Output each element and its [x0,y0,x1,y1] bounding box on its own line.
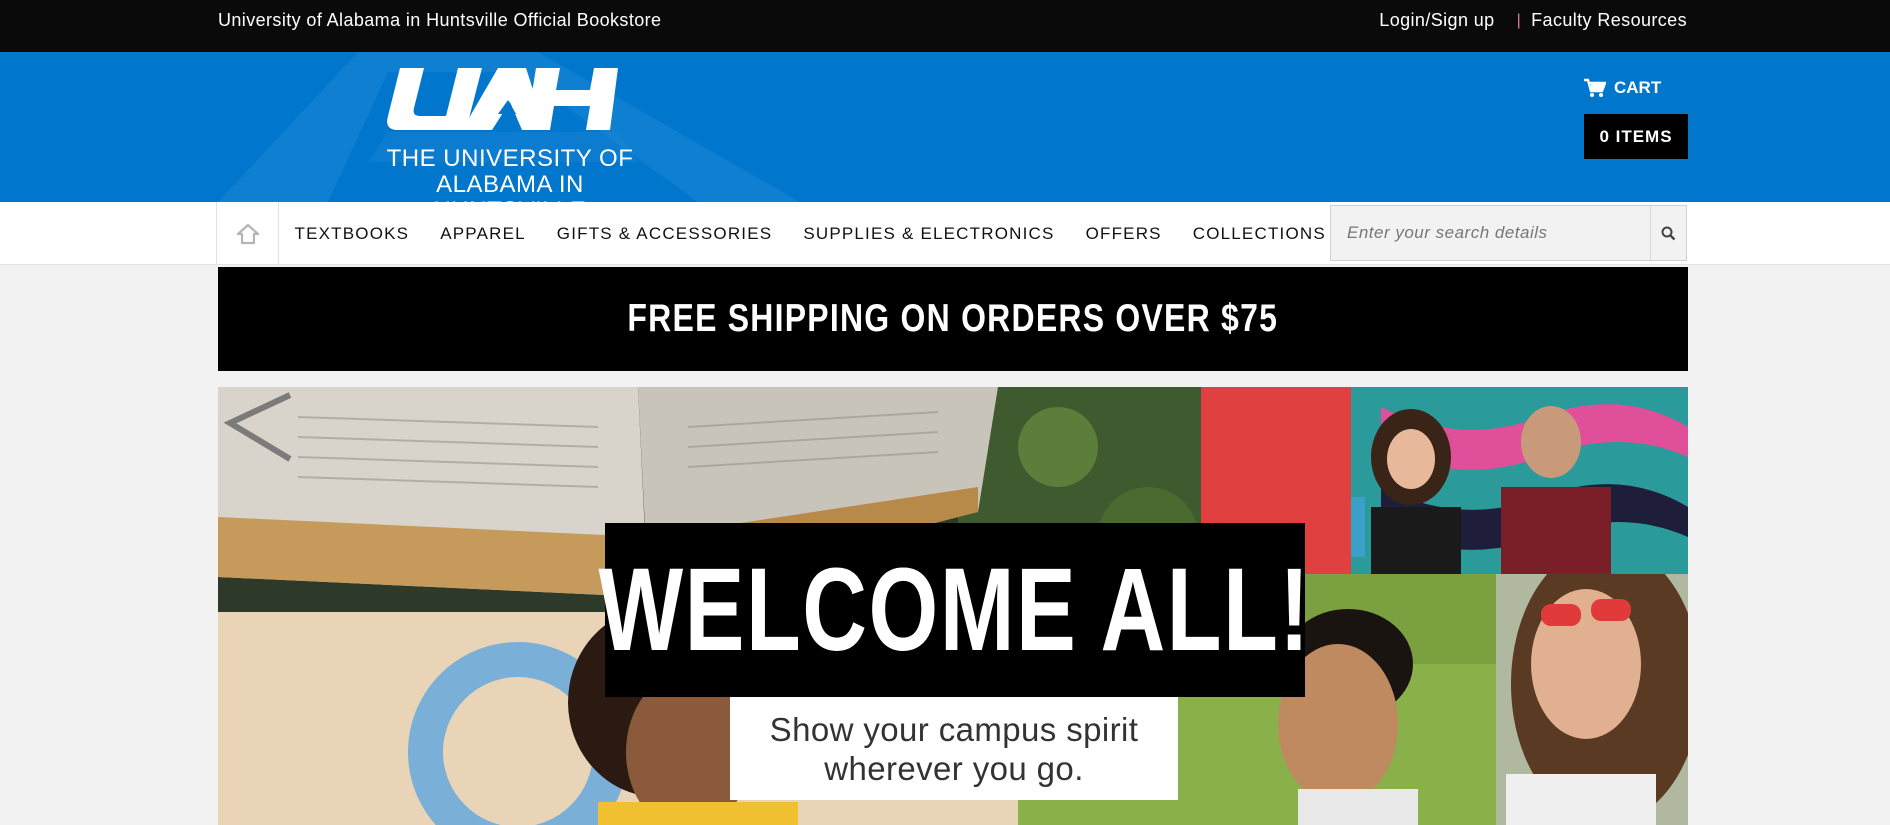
welcome-headline: WELCOME ALL! [598,544,1312,676]
top-bar: University of Alabama in Huntsville Offi… [0,0,1890,52]
logo-text-line1: THE UNIVERSITY OF [386,145,634,172]
welcome-headline-box: WELCOME ALL! [599,523,1310,697]
home-button[interactable] [216,202,279,265]
tagline-line2: wherever you go. [824,749,1084,787]
link-separator: | [1516,11,1522,29]
nav-menu: TEXTBOOKS APPAREL GIFTS & ACCESSORIES SU… [279,202,1341,265]
search-button[interactable] [1650,206,1686,260]
logo-text-line2: ALABAMA IN HUNTSVILLE [433,171,586,203]
nav-item-offers[interactable]: OFFERS [1070,224,1177,244]
nav-item-gifts-accessories[interactable]: GIFTS & ACCESSORIES [541,224,788,244]
nav-item-textbooks[interactable]: TEXTBOOKS [279,224,425,244]
login-signup-link[interactable]: Login/Sign up [1379,10,1494,31]
cart-widget: CART 0 ITEMS [1584,72,1688,159]
sunglasses-photo [1496,574,1688,825]
search-box [1330,205,1687,261]
cart-label: CART [1614,78,1662,97]
cart-items-button[interactable]: 0 ITEMS [1584,114,1688,159]
cart-icon [1584,78,1606,97]
uah-logo[interactable]: THE UNIVERSITY OF ALABAMA IN HUNTSVILLE [358,62,662,202]
main-navigation: TEXTBOOKS APPAREL GIFTS & ACCESSORIES SU… [0,202,1890,265]
free-shipping-banner[interactable]: FREE SHIPPING ON ORDERS OVER $75 [218,267,1688,371]
nav-item-apparel[interactable]: APPAREL [425,224,542,244]
chevron-left-icon[interactable] [218,387,298,467]
tagline-box: Show your campus spirit wherever you go. [730,697,1178,800]
cart-link[interactable]: CART [1584,72,1688,104]
promo-text: FREE SHIPPING ON ORDERS OVER $75 [627,297,1279,340]
search-icon [1661,226,1676,240]
hero-banner[interactable]: WELCOME ALL! Show your campus spirit whe… [218,387,1688,825]
tagline-line1: Show your campus spirit [769,710,1139,748]
account-links: Login/Sign up | Faculty Resources [1379,10,1687,31]
faculty-resources-link[interactable]: Faculty Resources [1531,10,1687,31]
site-header: THE UNIVERSITY OF ALABAMA IN HUNTSVILLE … [0,52,1890,202]
store-name: University of Alabama in Huntsville Offi… [218,10,662,30]
search-input[interactable] [1331,206,1650,260]
uah-logo-mark [387,68,618,130]
home-icon [236,223,259,244]
nav-item-collections[interactable]: COLLECTIONS [1177,224,1341,244]
nav-item-supplies-electronics[interactable]: SUPPLIES & ELECTRONICS [788,224,1070,244]
